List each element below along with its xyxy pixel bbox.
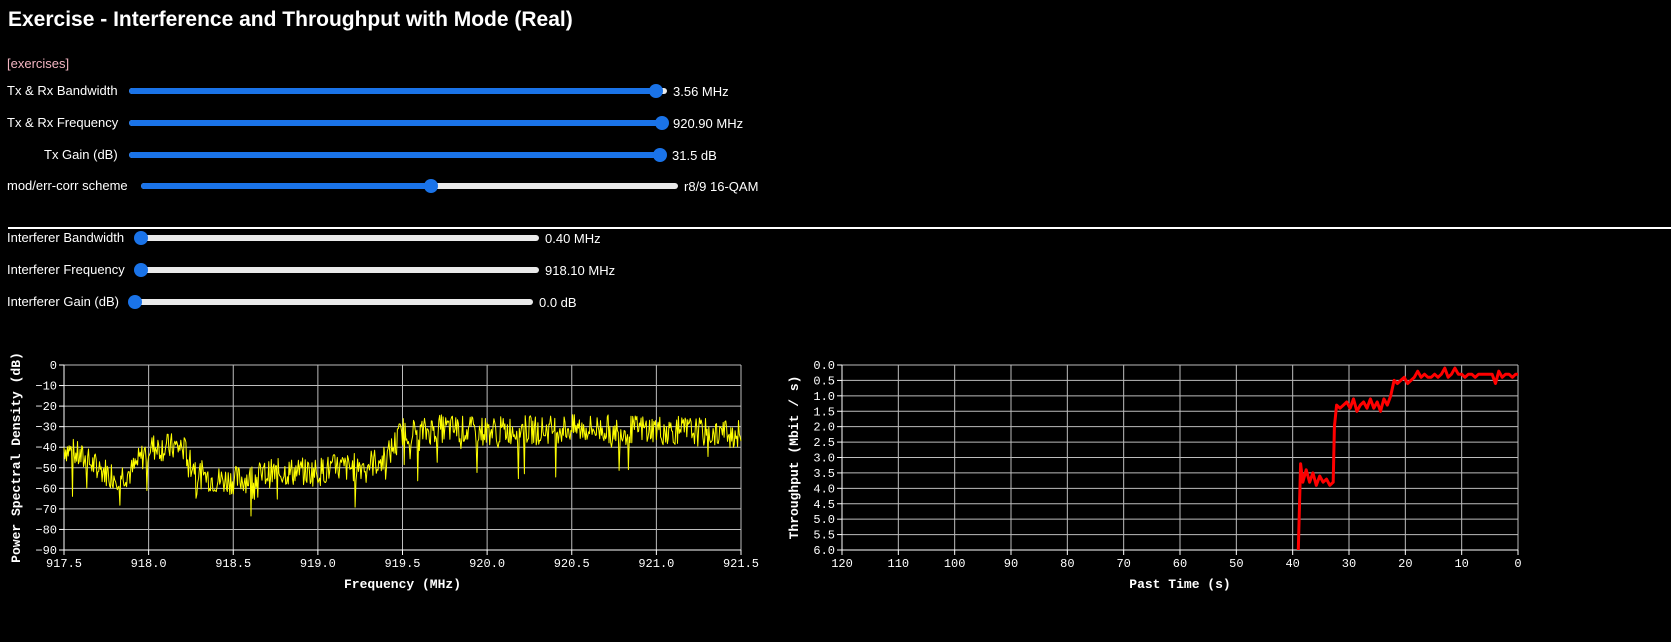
y-tick-label: 6.0 [813, 544, 835, 558]
slider-label: Tx & Rx Frequency [7, 115, 119, 130]
x-tick-label: 110 [888, 557, 910, 571]
x-axis-label: Frequency (MHz) [344, 577, 461, 592]
slider-fill [129, 152, 660, 158]
slider-thumb[interactable] [423, 179, 438, 193]
slider-value: 31.5 dB [672, 148, 717, 163]
interferer-bandwidth-slider[interactable] [134, 231, 539, 245]
mod-scheme-slider[interactable] [141, 179, 678, 193]
psd-chart: 917.5 918.0 918.5 919.0 919.5 920.0 920.5 921.0… [9, 352, 759, 592]
y-tick-label: −20 [35, 400, 57, 414]
y-axis-label: Power Spectral Density (dB) [9, 352, 24, 563]
y-tick-label: 0.5 [813, 374, 835, 388]
x-tick-label: 30 [1342, 557, 1356, 571]
slider-row-tx-frequency: Tx & Rx Frequency 920.90 MHz [0, 112, 800, 132]
y-tick-label: −10 [35, 380, 57, 394]
y-tick-label: 3.0 [813, 452, 835, 466]
slider-fill [141, 183, 431, 189]
y-tick-label: 5.0 [813, 513, 835, 527]
x-tick-label: 921.0 [638, 557, 674, 571]
x-tick-label: 10 [1454, 557, 1468, 571]
x-tick-label: 919.0 [300, 557, 336, 571]
slider-value: 920.90 MHz [673, 116, 744, 131]
slider-fill [129, 120, 662, 126]
slider-value: 0.0 dB [539, 295, 577, 310]
x-tick-label: 80 [1060, 557, 1074, 571]
slider-thumb[interactable] [653, 148, 667, 162]
slider-row-interferer-gain: Interferer Gain (dB) 0.0 dB [0, 291, 700, 311]
tx-gain-slider[interactable] [129, 148, 667, 162]
slider-label: Interferer Gain (dB) [7, 294, 119, 309]
slider-label: Interferer Frequency [7, 262, 125, 277]
x-tick-label: 40 [1285, 557, 1299, 571]
x-tick-label: 60 [1173, 557, 1187, 571]
y-tick-label: −70 [35, 503, 57, 517]
slider-row-interferer-frequency: Interferer Frequency 918.10 MHz [0, 259, 700, 279]
x-axis-label: Past Time (s) [1129, 577, 1230, 592]
slider-row-tx-gain: Tx Gain (dB) 31.5 dB [0, 144, 800, 164]
tx-frequency-slider[interactable] [129, 116, 669, 130]
interferer-gain-slider[interactable] [128, 295, 533, 309]
interferer-frequency-slider[interactable] [134, 263, 539, 277]
slider-label: mod/err-corr scheme [7, 178, 128, 193]
y-tick-label: −80 [35, 523, 57, 537]
y-axis-label: Throughput (Mbit / s) [787, 376, 802, 540]
y-tick-label: 4.5 [813, 498, 835, 512]
slider-value: 918.10 MHz [545, 263, 616, 278]
x-tick-label: 50 [1229, 557, 1243, 571]
slider-row-mod-scheme: mod/err-corr scheme r8/9 16-QAM [0, 175, 800, 195]
slider-label: Tx & Rx Bandwidth [7, 83, 118, 98]
slider-fill [129, 88, 657, 94]
y-tick-label: 2.0 [813, 421, 835, 435]
x-tick-label: 0 [1514, 557, 1521, 571]
slider-row-interferer-bandwidth: Interferer Bandwidth 0.40 MHz [0, 227, 700, 247]
slider-thumb[interactable] [649, 84, 664, 98]
y-tick-label: −40 [35, 441, 57, 455]
slider-value: 3.56 MHz [673, 84, 729, 99]
x-tick-label: 120 [831, 557, 853, 571]
slider-label: Tx Gain (dB) [44, 147, 118, 162]
x-tick-label: 917.5 [46, 557, 82, 571]
y-tick-label: 5.5 [813, 529, 835, 543]
y-tick-label: 0.0 [813, 359, 835, 373]
slider-value: r8/9 16-QAM [684, 179, 759, 194]
x-tick-label: 920.5 [554, 557, 590, 571]
x-tick-label: 920.0 [469, 557, 505, 571]
x-tick-label: 919.5 [384, 557, 420, 571]
y-tick-label: −50 [35, 462, 57, 476]
slider-label: Interferer Bandwidth [7, 230, 125, 245]
y-tick-label: 1.0 [813, 390, 835, 404]
x-tick-label: 918.5 [215, 557, 251, 571]
slider-thumb[interactable] [655, 116, 669, 130]
slider-thumb[interactable] [128, 295, 142, 309]
slider-thumb[interactable] [134, 231, 148, 245]
x-tick-label: 921.5 [723, 557, 759, 571]
page-title: Exercise - Interference and Throughput w… [8, 8, 573, 31]
x-tick-label: 100 [944, 557, 966, 571]
x-tick-label: 70 [1116, 557, 1130, 571]
tx-bandwidth-slider[interactable] [129, 84, 667, 98]
x-tick-label: 918.0 [131, 557, 167, 571]
x-tick-label: 20 [1398, 557, 1412, 571]
x-tick-label: 90 [1004, 557, 1018, 571]
slider-thumb[interactable] [134, 263, 148, 277]
slider-row-tx-bandwidth: Tx & Rx Bandwidth 3.56 MHz [0, 80, 800, 100]
y-tick-label: −60 [35, 482, 57, 496]
exercises-link[interactable]: [exercises] [7, 56, 69, 71]
y-tick-label: 4.0 [813, 482, 835, 496]
y-tick-label: 2.5 [813, 436, 835, 450]
y-tick-label: 1.5 [813, 405, 835, 419]
y-tick-label: −90 [35, 544, 57, 558]
y-tick-label: 3.5 [813, 467, 835, 481]
y-tick-label: −30 [35, 421, 57, 435]
slider-value: 0.40 MHz [545, 231, 601, 246]
y-tick-label: 0 [50, 359, 57, 373]
throughput-chart: 120 110 100 90 80 70 60 50 40 30 20 10 00.00.51.01.5… [787, 359, 1522, 592]
